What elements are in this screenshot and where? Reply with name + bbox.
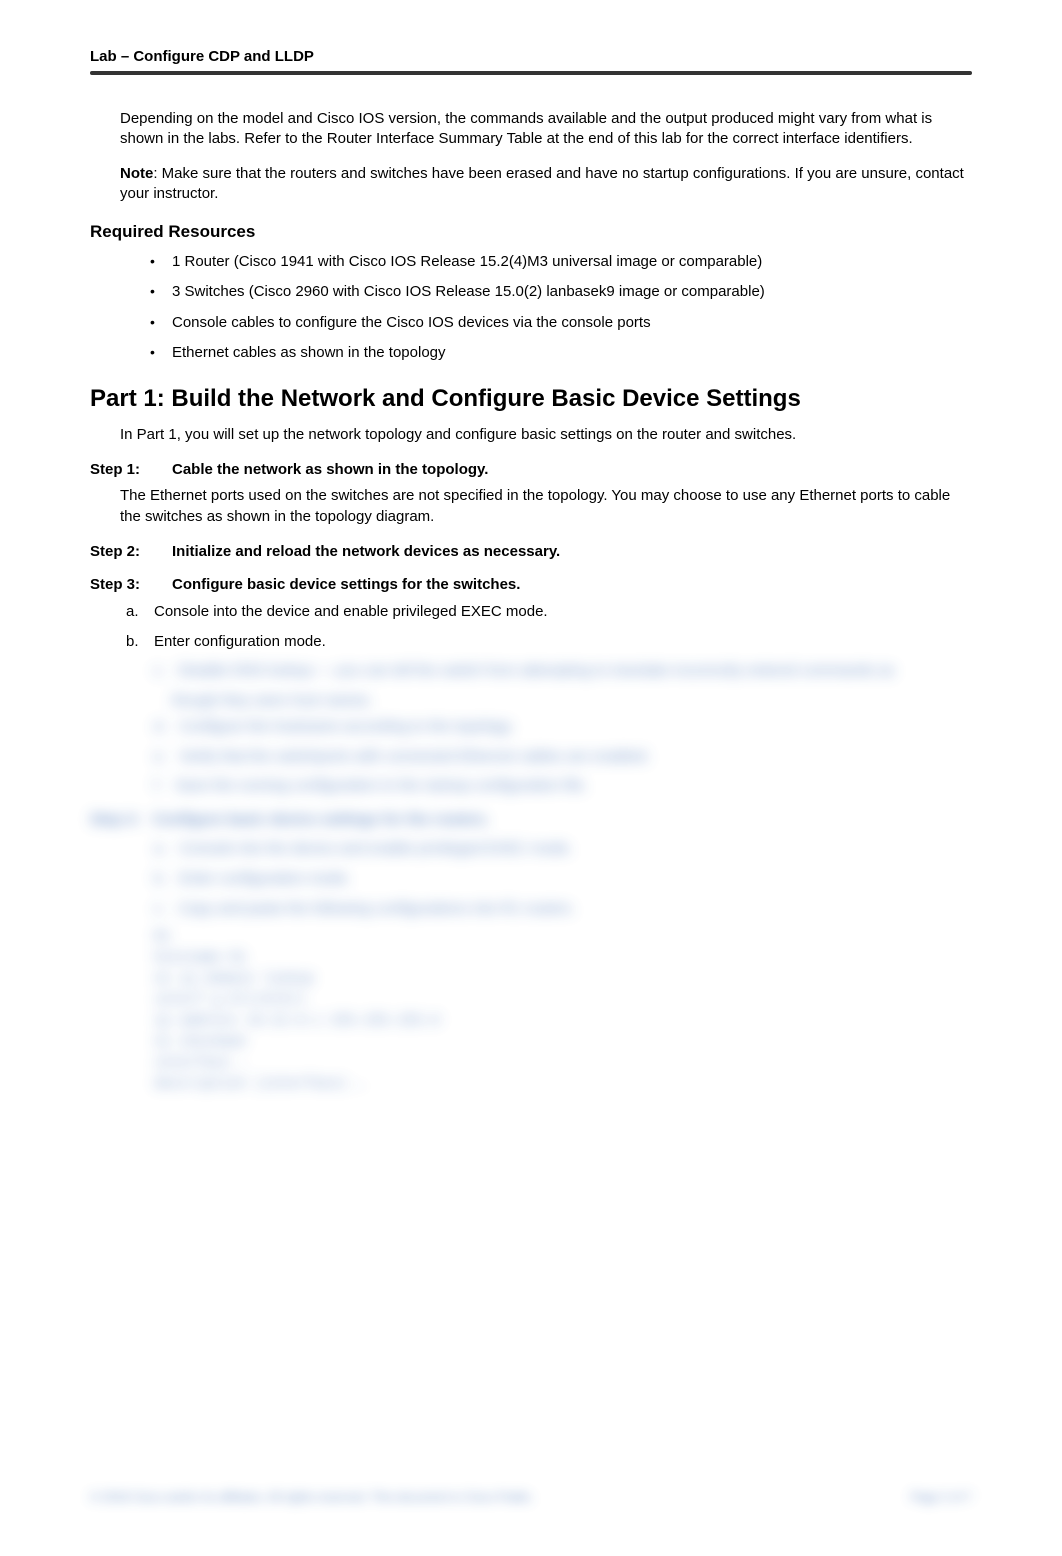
note-paragraph: Note: Make sure that the routers and swi… [120, 164, 972, 205]
step1-body: The Ethernet ports used on the switches … [120, 486, 972, 527]
header-divider [90, 71, 972, 75]
item-text: Enter configuration mode. [154, 633, 326, 650]
code-line: ip address 10.22.0.1 255.255.255.0 [154, 1011, 972, 1032]
blur-step4-heading: Step 4: Configure basic device settings … [90, 811, 972, 828]
step1-label: Step 1: [90, 461, 172, 478]
resource-item: 1 Router (Cisco 1941 with Cisco IOS Rele… [150, 252, 972, 272]
step1-title: Cable the network as shown in the topolo… [172, 461, 488, 478]
code-line: description (interface) … [154, 1074, 972, 1095]
required-resources-list: 1 Router (Cisco 1941 with Cisco IOS Rele… [150, 252, 972, 363]
required-resources-heading: Required Resources [90, 222, 972, 242]
footer-copyright: © 2018 Cisco and/or its affiliates. All … [90, 1490, 534, 1504]
blur-line: e. Verify that the switchports with conn… [154, 746, 972, 768]
list-item: b. Enter configuration mode. [126, 631, 972, 653]
footer-page-number: Page 2 of 7 [911, 1490, 972, 1504]
step2-heading: Step 2: Initialize and reload the networ… [90, 543, 972, 560]
code-line: hostname R1 [154, 948, 972, 969]
code-line: interface … [154, 1053, 972, 1074]
blur-line: c. Copy and paste the following configur… [154, 898, 972, 920]
note-text: : Make sure that the routers and switche… [120, 165, 964, 202]
code-line: interf g 0/1/0/0/1 [154, 990, 972, 1011]
blur-line: b. Enter configuration mode. [154, 868, 972, 890]
blur-line: a. Console into the device and enable pr… [154, 838, 972, 860]
resource-item: Console cables to configure the Cisco IO… [150, 313, 972, 333]
step3-label: Step 3: [90, 576, 172, 593]
item-text: Console into the device and enable privi… [154, 603, 548, 620]
code-line: no ip domain lookup [154, 969, 972, 990]
code-line: R1 [154, 927, 972, 948]
resource-item: Ethernet cables as shown in the topology [150, 343, 972, 363]
list-marker: a. [126, 601, 139, 623]
step2-title: Initialize and reload the network device… [172, 543, 560, 560]
blur-line: d. Configure the hostname according to t… [154, 716, 972, 738]
list-marker: b. [126, 631, 139, 653]
part1-heading: Part 1: Build the Network and Configure … [90, 385, 972, 413]
intro-paragraph: Depending on the model and Cisco IOS ver… [120, 109, 972, 150]
step2-label: Step 2: [90, 543, 172, 560]
blurred-region: c. Disable DNS lookup — you can tell the… [90, 660, 972, 1095]
page-footer: © 2018 Cisco and/or its affiliates. All … [90, 1490, 972, 1504]
page-header-title: Lab – Configure CDP and LLDP [90, 48, 972, 65]
list-item: a. Console into the device and enable pri… [126, 601, 972, 623]
step3-title: Configure basic device settings for the … [172, 576, 520, 593]
part1-intro: In Part 1, you will set up the network t… [120, 425, 972, 445]
step3-heading: Step 3: Configure basic device settings … [90, 576, 972, 593]
blur-line: c. Disable DNS lookup — you can tell the… [154, 660, 972, 682]
resource-item: 3 Switches (Cisco 2960 with Cisco IOS Re… [150, 282, 972, 302]
blur-line: f. Save the running configuration to the… [154, 775, 972, 797]
blur-code-block: R1 hostname R1 no ip domain lookup inter… [154, 927, 972, 1095]
code-line: no shutdown [154, 1032, 972, 1053]
note-label: Note [120, 165, 153, 182]
step1-heading: Step 1: Cable the network as shown in th… [90, 461, 972, 478]
blur-line: though they were host names. [172, 690, 972, 712]
step3-list: a. Console into the device and enable pri… [126, 601, 972, 653]
